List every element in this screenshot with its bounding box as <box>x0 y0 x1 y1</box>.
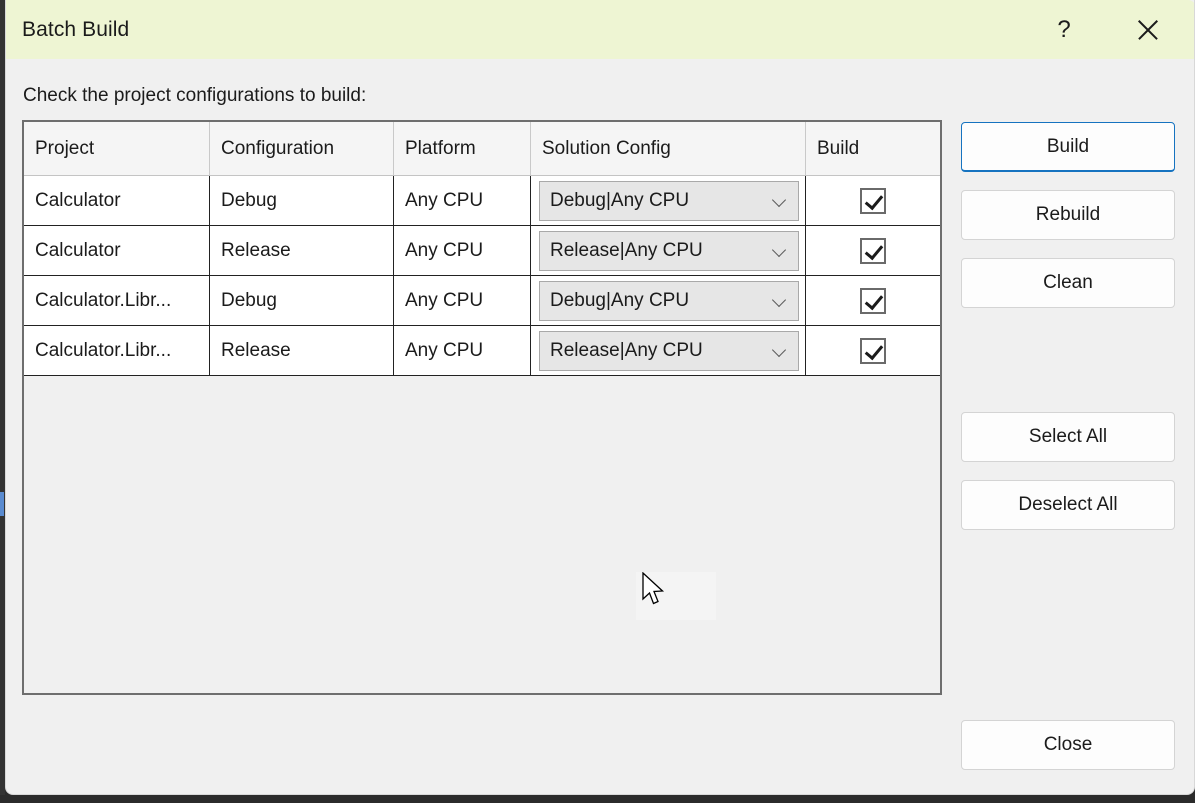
column-header-build[interactable]: Build <box>806 122 940 175</box>
cell-solution-config: Release|Any CPU <box>531 226 806 275</box>
question-mark-icon: ? <box>1057 16 1070 44</box>
solution-config-value: Release|Any CPU <box>540 240 703 262</box>
cell-platform: Any CPU <box>394 226 531 275</box>
solution-config-value: Debug|Any CPU <box>540 190 689 212</box>
cell-configuration: Debug <box>210 176 394 225</box>
cell-build <box>806 276 940 325</box>
build-checkbox[interactable] <box>860 188 886 214</box>
cell-configuration: Debug <box>210 276 394 325</box>
cell-platform: Any CPU <box>394 176 531 225</box>
cell-project: Calculator.Libr... <box>24 326 210 375</box>
hover-highlight <box>636 572 716 620</box>
cell-platform: Any CPU <box>394 326 531 375</box>
window-bottom-edge <box>0 795 1195 803</box>
clean-button[interactable]: Clean <box>961 258 1175 308</box>
solution-config-value: Debug|Any CPU <box>540 290 689 312</box>
column-header-solution-config[interactable]: Solution Config <box>531 122 806 175</box>
chevron-down-icon <box>773 295 786 308</box>
build-checkbox[interactable] <box>860 338 886 364</box>
rebuild-button[interactable]: Rebuild <box>961 190 1175 240</box>
table-row[interactable]: Calculator.Libr... Release Any CPU Relea… <box>24 326 940 376</box>
cell-configuration: Release <box>210 226 394 275</box>
grid-empty-area <box>24 376 940 692</box>
help-button[interactable]: ? <box>1034 0 1094 59</box>
cell-project: Calculator.Libr... <box>24 276 210 325</box>
chevron-down-icon <box>773 345 786 358</box>
deselect-all-button[interactable]: Deselect All <box>961 480 1175 530</box>
chevron-down-icon <box>773 195 786 208</box>
table-row[interactable]: Calculator.Libr... Debug Any CPU Debug|A… <box>24 276 940 326</box>
cell-project: Calculator <box>24 226 210 275</box>
grid-header-row: Project Configuration Platform Solution … <box>24 122 940 176</box>
build-button[interactable]: Build <box>961 122 1175 172</box>
build-checkbox[interactable] <box>860 288 886 314</box>
title-bar: Batch Build ? <box>6 0 1195 59</box>
background-window-sliver <box>0 492 4 516</box>
page-title: Batch Build <box>22 18 129 42</box>
cell-build <box>806 326 940 375</box>
cell-solution-config: Debug|Any CPU <box>531 276 806 325</box>
project-configurations-grid: Project Configuration Platform Solution … <box>22 120 942 695</box>
close-window-button[interactable] <box>1118 0 1178 59</box>
close-icon <box>1135 17 1161 43</box>
close-button[interactable]: Close <box>961 720 1175 770</box>
solution-config-value: Release|Any CPU <box>540 340 703 362</box>
solution-config-dropdown[interactable]: Debug|Any CPU <box>539 181 799 221</box>
batch-build-dialog: Batch Build ? Check the project configur… <box>5 0 1195 795</box>
cell-build <box>806 226 940 275</box>
cell-solution-config: Release|Any CPU <box>531 326 806 375</box>
cell-configuration: Release <box>210 326 394 375</box>
select-all-button[interactable]: Select All <box>961 412 1175 462</box>
table-row[interactable]: Calculator Release Any CPU Release|Any C… <box>24 226 940 276</box>
cell-project: Calculator <box>24 176 210 225</box>
column-header-project[interactable]: Project <box>24 122 210 175</box>
cell-solution-config: Debug|Any CPU <box>531 176 806 225</box>
table-row[interactable]: Calculator Debug Any CPU Debug|Any CPU <box>24 176 940 226</box>
solution-config-dropdown[interactable]: Release|Any CPU <box>539 231 799 271</box>
column-header-configuration[interactable]: Configuration <box>210 122 394 175</box>
cell-build <box>806 176 940 225</box>
prompt-label: Check the project configurations to buil… <box>23 85 366 107</box>
cell-platform: Any CPU <box>394 276 531 325</box>
column-header-platform[interactable]: Platform <box>394 122 531 175</box>
solution-config-dropdown[interactable]: Release|Any CPU <box>539 331 799 371</box>
build-checkbox[interactable] <box>860 238 886 264</box>
chevron-down-icon <box>773 245 786 258</box>
solution-config-dropdown[interactable]: Debug|Any CPU <box>539 281 799 321</box>
